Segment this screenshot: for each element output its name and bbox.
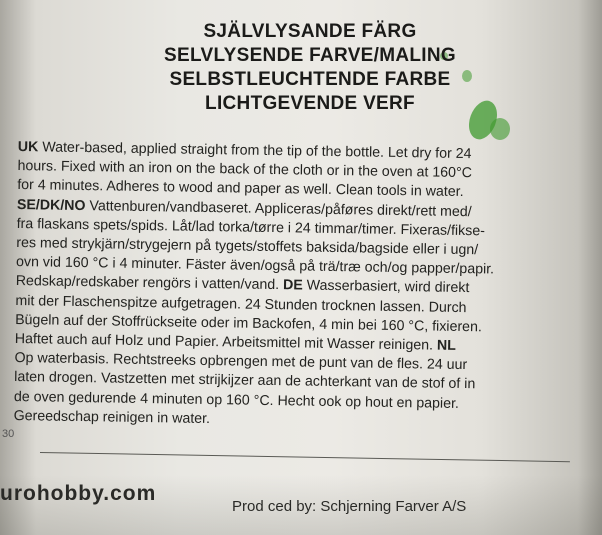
language-code: UK [17,138,39,156]
product-name-headings: SJÄLVLYSANDE FÄRG SELVLYSENDE FARVE/MALI… [120,20,500,116]
edge-mark: 30 [2,428,15,440]
instruction-text: Gereedschap reinigen in water. [13,407,211,427]
website-url: urohobby.com [0,482,157,505]
instructions-text: UK Water-based, applied straight from th… [13,138,585,435]
heading-danish-norwegian: SELVLYSENDE FARVE/MALING [164,45,456,66]
instruction-text: Wasserbasiert, wird direkt [302,277,470,297]
divider-line [39,452,570,463]
language-code: SE/DK/NO [16,196,86,214]
producer-line: Prod ced by: Schjerning Farver A/S [232,498,467,515]
language-code: NL [432,337,456,354]
green-paint-splatter [490,118,510,140]
language-code: DE [278,277,303,294]
heading-german: SELBSTLEUCHTENDE FARBE [169,69,451,90]
instruction-text: Redskap/redskaber rengörs i vatten/vand. [15,273,280,294]
label-photo: SJÄLVLYSANDE FÄRG SELVLYSENDE FARVE/MALI… [0,0,602,535]
heading-swedish: SJÄLVLYSANDE FÄRG [203,21,417,42]
heading-dutch: LICHTGEVENDE VERF [205,93,415,114]
